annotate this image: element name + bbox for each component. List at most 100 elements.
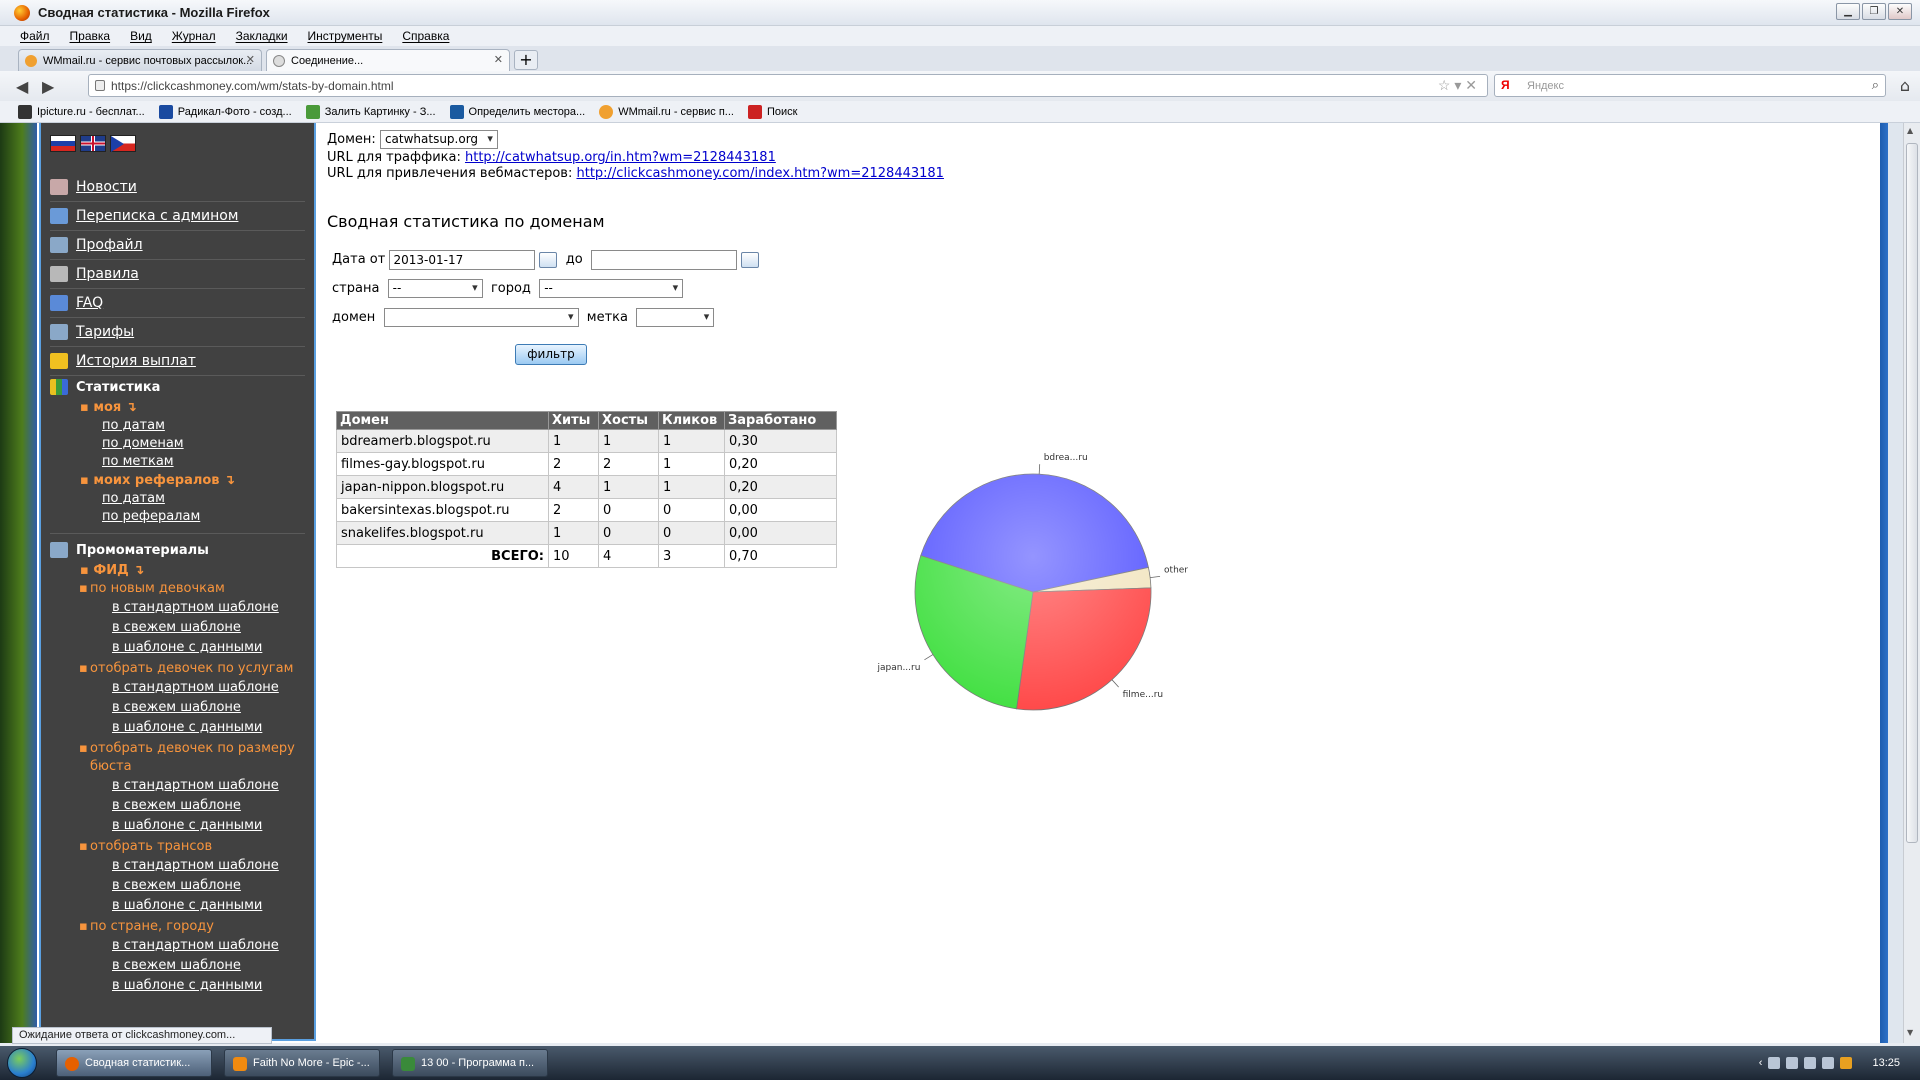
tab-close-icon[interactable]: ✕ <box>246 53 255 66</box>
volume-icon[interactable] <box>1822 1057 1835 1069</box>
tab-close-icon[interactable]: ✕ <box>494 53 503 66</box>
menu-view[interactable]: Вид <box>130 29 152 43</box>
taskbar-item[interactable]: 13 00 - Программа п... <box>392 1049 548 1077</box>
sidebar-feed[interactable]: ФИД ↴ <box>50 561 305 580</box>
traffic-url-link[interactable]: http://catwhatsup.org/in.htm?wm=21284431… <box>465 150 776 165</box>
sidebar-link[interactable]: в шаблоне с данными <box>50 718 305 738</box>
sidebar-link[interactable]: в свежем шаблоне <box>50 956 305 976</box>
sidebar-link[interactable]: в шаблоне с данными <box>50 638 305 658</box>
bookmark-item[interactable]: WMmail.ru - сервис п... <box>599 104 734 119</box>
scroll-down-icon[interactable]: ▼ <box>1907 1028 1913 1037</box>
column-header[interactable]: Домен <box>336 411 549 430</box>
sidebar-stats-my[interactable]: моя ↴ <box>50 398 305 417</box>
tray-icon[interactable] <box>1840 1057 1853 1069</box>
flag-cz-icon[interactable] <box>110 135 136 152</box>
scroll-up-icon[interactable]: ▲ <box>1907 126 1913 135</box>
feed-group-title[interactable]: ▪ по стране, городу <box>50 918 305 936</box>
sidebar-link[interactable]: в шаблоне с данными <box>50 976 305 996</box>
clock[interactable]: 13:25 <box>1872 1057 1900 1069</box>
sidebar-item-messages[interactable]: Переписка с админом <box>50 202 305 231</box>
minimize-button[interactable]: ▁ <box>1836 3 1860 20</box>
calendar-icon[interactable] <box>539 251 558 268</box>
sidebar-link[interactable]: в стандартном шаблоне <box>50 856 305 876</box>
domain-select[interactable]: catwhatsup.org <box>379 130 498 149</box>
scrollbar-thumb[interactable] <box>1906 143 1918 843</box>
tray-icon[interactable] <box>1768 1057 1781 1069</box>
date-to-input[interactable] <box>590 249 737 270</box>
sidebar-link[interactable]: в стандартном шаблоне <box>50 936 305 956</box>
bookmark-item[interactable]: Залить Картинку - З... <box>305 104 436 119</box>
network-icon[interactable] <box>1804 1057 1817 1069</box>
back-icon[interactable]: ◀ <box>16 77 42 96</box>
bookmark-item[interactable]: Ipicture.ru - бесплат... <box>18 104 145 119</box>
url-bar[interactable]: https://clickcashmoney.com/wm/stats-by-d… <box>88 74 1488 97</box>
menu-file[interactable]: Файл <box>20 29 50 43</box>
city-select[interactable]: -- <box>539 279 684 298</box>
close-button[interactable]: ✕ <box>1888 3 1912 20</box>
sidebar-link[interactable]: в шаблоне с данными <box>50 816 305 836</box>
menu-tools[interactable]: Инструменты <box>308 29 383 43</box>
column-header[interactable]: Хосты <box>598 411 659 430</box>
filter-button[interactable]: фильтр <box>515 344 587 365</box>
menu-history[interactable]: Журнал <box>172 29 216 43</box>
sidebar-link[interactable]: в свежем шаблоне <box>50 876 305 896</box>
menu-edit[interactable]: Правка <box>70 29 111 43</box>
column-header[interactable]: Кликов <box>658 411 725 430</box>
sidebar-link[interactable]: в шаблоне с данными <box>50 896 305 916</box>
country-select[interactable]: -- <box>387 279 483 298</box>
sidebar-item-faq[interactable]: FAQ <box>50 289 305 318</box>
maximize-button[interactable]: ❐ <box>1862 3 1886 20</box>
new-tab-button[interactable]: + <box>514 50 538 70</box>
calendar-icon[interactable] <box>740 251 759 268</box>
feed-group-title[interactable]: ▪ отобрать трансов <box>50 838 305 856</box>
menu-bookmarks[interactable]: Закладки <box>236 29 288 43</box>
bookmark-star-icon[interactable]: ☆ ▾ ✕ <box>1438 77 1477 94</box>
feed-group-title[interactable]: ▪ отобрать девочек по услугам <box>50 660 305 678</box>
taskbar-item[interactable]: Faith No More - Epic -... <box>224 1049 380 1077</box>
sidebar-item-rules[interactable]: Правила <box>50 260 305 289</box>
tag-select[interactable] <box>636 308 715 327</box>
column-header[interactable]: Хиты <box>548 411 599 430</box>
sidebar-item-payouts[interactable]: История выплат <box>50 347 305 376</box>
date-from-input[interactable]: 2013-01-17 <box>389 249 536 270</box>
bookmark-item[interactable]: Радикал-Фото - созд... <box>158 104 292 119</box>
sidebar-link[interactable]: по датам <box>50 417 305 435</box>
sidebar-link[interactable]: в свежем шаблоне <box>50 796 305 816</box>
sidebar-link[interactable]: в стандартном шаблоне <box>50 678 305 698</box>
sidebar-item-tariffs[interactable]: Тарифы <box>50 318 305 347</box>
taskbar-item[interactable]: Сводная статистик... <box>56 1049 212 1077</box>
start-button[interactable] <box>0 1046 44 1080</box>
menu-help[interactable]: Справка <box>402 29 449 43</box>
feed-group-title[interactable]: ▪ по новым девочкам <box>50 580 305 598</box>
home-icon[interactable]: ⌂ <box>1900 76 1910 95</box>
bookmark-item[interactable]: Поиск <box>747 104 797 119</box>
vertical-scrollbar[interactable]: ▲ ▼ <box>1903 123 1920 1043</box>
sidebar-item-profile[interactable]: Профайл <box>50 231 305 260</box>
sidebar-link[interactable]: в стандартном шаблоне <box>50 598 305 618</box>
webmaster-url-link[interactable]: http://clickcashmoney.com/index.htm?wm=2… <box>576 166 943 181</box>
domain-filter-select[interactable] <box>383 308 579 327</box>
tab-active[interactable]: Соединение... ✕ <box>266 49 510 71</box>
sidebar-link[interactable]: по доменам <box>50 435 305 453</box>
tab-wmmail[interactable]: WMmail.ru - сервис почтовых рассылок... … <box>18 49 262 71</box>
search-icon[interactable]: ⌕ <box>1872 77 1879 93</box>
sidebar-link[interactable]: по меткам <box>50 453 305 471</box>
feed-group-title[interactable]: ▪ отобрать девочек по размеру бюста <box>50 740 300 776</box>
bookmark-item[interactable]: Определить местора... <box>449 104 585 119</box>
search-box[interactable]: Я Яндекс ⌕ <box>1494 74 1886 97</box>
sidebar-link[interactable]: в свежем шаблоне <box>50 698 305 718</box>
search-placeholder: Яндекс <box>1527 79 1564 92</box>
sidebar-item-news[interactable]: Новости <box>50 173 305 202</box>
sidebar-link[interactable]: по датам <box>50 490 305 508</box>
sidebar-link[interactable]: в свежем шаблоне <box>50 618 305 638</box>
column-header[interactable]: Заработано <box>724 411 837 430</box>
tray-expand-icon[interactable]: ‹ <box>1759 1057 1763 1069</box>
tray-icon[interactable] <box>1786 1057 1799 1069</box>
flag-ru-icon[interactable] <box>50 135 76 152</box>
forward-icon[interactable]: ▶ <box>42 77 68 96</box>
sidebar-link[interactable]: в стандартном шаблоне <box>50 776 305 796</box>
bookmark-icon <box>747 104 762 119</box>
sidebar-link[interactable]: по рефералам <box>50 508 305 526</box>
flag-uk-icon[interactable] <box>80 135 106 152</box>
sidebar-stats-refs[interactable]: моих рефералов ↴ <box>50 471 305 490</box>
